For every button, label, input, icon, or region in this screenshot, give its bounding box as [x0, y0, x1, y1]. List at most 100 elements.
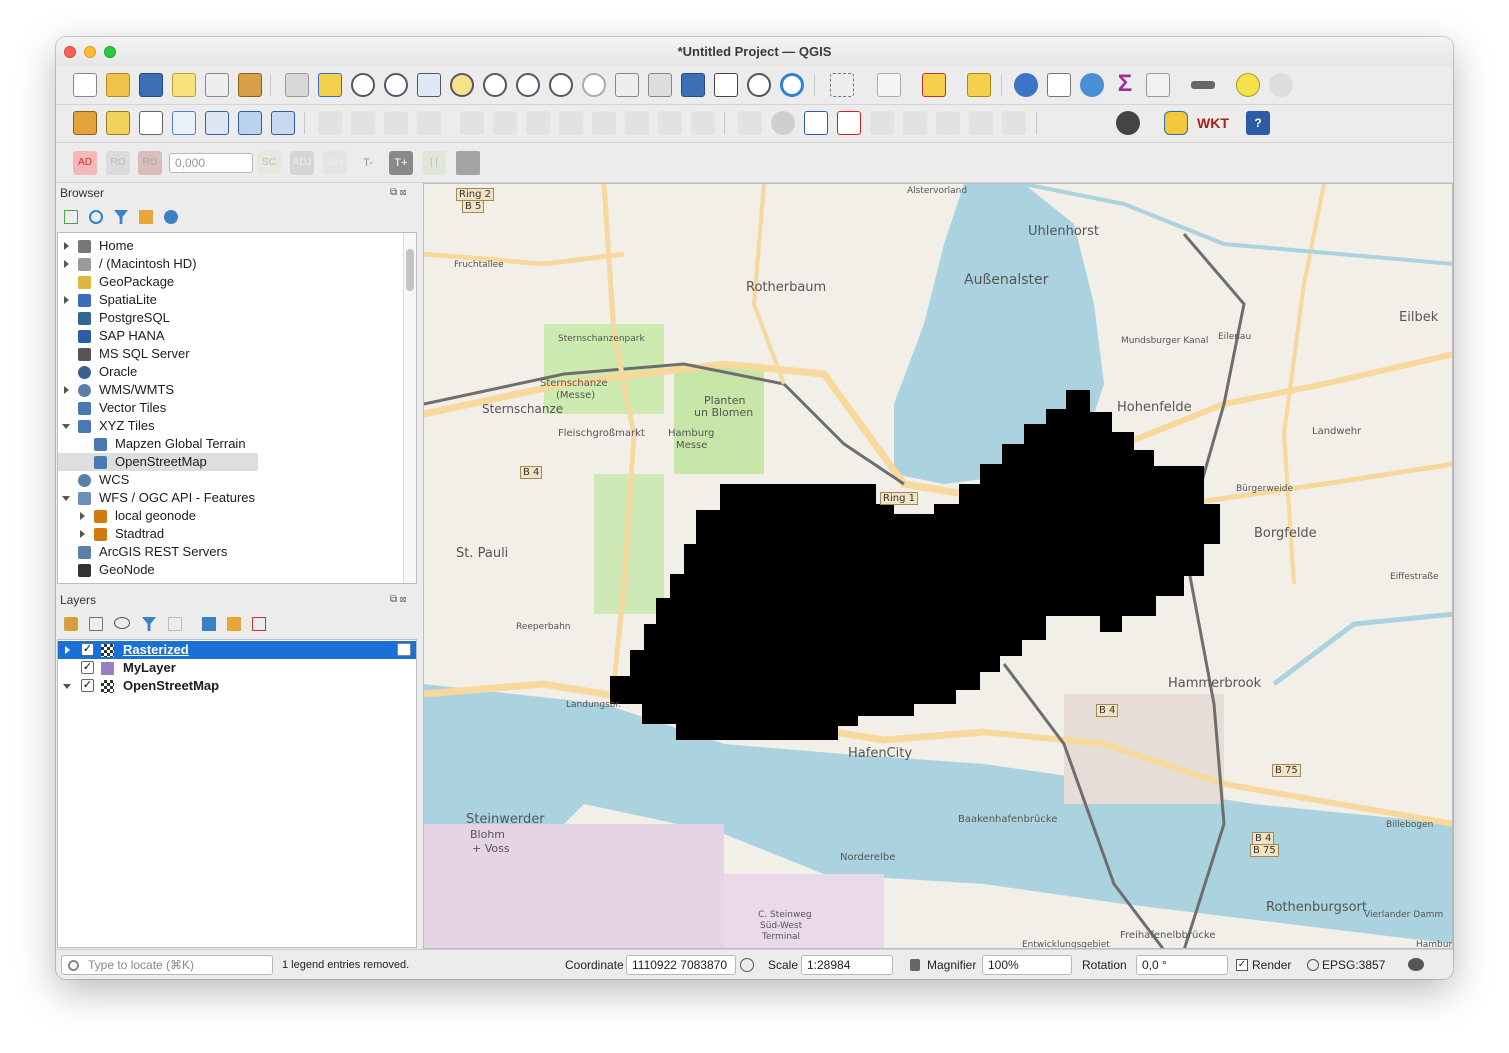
label-toolbar-icon[interactable]	[738, 111, 762, 135]
chevron-right-icon[interactable]	[80, 530, 85, 538]
temporal-controller-icon[interactable]	[747, 73, 771, 97]
browser-dock-buttons[interactable]: ⧉ ⊠	[390, 187, 406, 198]
ah-button[interactable]: AH	[323, 151, 347, 175]
chevron-down-icon[interactable]	[63, 684, 71, 689]
cut-features-icon[interactable]	[559, 111, 583, 135]
close-window-button[interactable]	[64, 46, 76, 58]
t-minus-button[interactable]: T-	[356, 151, 380, 175]
browser-item[interactable]: MS SQL Server	[58, 345, 398, 363]
properties-icon[interactable]	[164, 210, 178, 224]
chevron-right-icon[interactable]	[64, 242, 69, 250]
zoom-next-icon[interactable]	[582, 73, 606, 97]
minimize-window-button[interactable]	[84, 46, 96, 58]
add-selected-layers-icon[interactable]	[64, 210, 78, 224]
redo-icon[interactable]	[691, 111, 715, 135]
zoom-in-icon[interactable]	[351, 73, 375, 97]
chevron-right-icon[interactable]	[64, 260, 69, 268]
chevron-down-icon[interactable]	[62, 496, 70, 501]
lock-scale-icon[interactable]	[910, 959, 920, 971]
adj-button[interactable]: ADJ	[290, 151, 314, 175]
change-label-icon[interactable]	[1002, 111, 1026, 135]
new-spatialite-layer-icon[interactable]	[172, 111, 196, 135]
copy-features-icon[interactable]	[592, 111, 616, 135]
refresh-browser-icon[interactable]	[89, 210, 103, 224]
browser-item[interactable]: Mapzen Global Terrain	[58, 435, 398, 453]
attribute-table-icon[interactable]	[1047, 73, 1071, 97]
vertex-tool-icon[interactable]	[460, 111, 484, 135]
zoom-full-icon[interactable]	[417, 73, 441, 97]
rotate-label-icon[interactable]	[969, 111, 993, 135]
statistical-summary-icon[interactable]: Σ	[1113, 72, 1137, 97]
delete-selected-icon[interactable]	[526, 111, 550, 135]
browser-item[interactable]: SAP HANA	[58, 327, 398, 345]
expand-all-icon[interactable]	[202, 617, 216, 631]
manage-visibility-icon[interactable]	[114, 617, 130, 629]
data-source-manager-icon[interactable]	[73, 111, 97, 135]
new-bookmark-icon[interactable]	[681, 73, 705, 97]
scale-combobox[interactable]: 1:28984	[801, 955, 893, 975]
zoom-native-icon[interactable]	[516, 73, 540, 97]
new-virtual-layer-icon[interactable]	[238, 111, 262, 135]
help-icon[interactable]: ?	[1246, 111, 1270, 135]
quickosm-icon[interactable]	[1116, 111, 1140, 135]
layer-indicator-icon[interactable]	[397, 643, 411, 656]
new-shapefile-layer-icon[interactable]	[139, 111, 163, 135]
messages-icon[interactable]	[1408, 958, 1424, 971]
move-label-icon[interactable]	[936, 111, 960, 135]
zoom-window-button[interactable]	[104, 46, 116, 58]
measure-line-icon[interactable]	[1191, 81, 1215, 89]
rotation-spinbox[interactable]: 0,0 °	[1136, 955, 1228, 975]
filter-browser-icon[interactable]	[114, 210, 128, 224]
browser-item[interactable]: Stadtrad	[58, 525, 398, 543]
refresh-icon[interactable]	[780, 73, 804, 97]
browser-item[interactable]: OpenStreetMap	[58, 453, 258, 471]
add-group-icon[interactable]	[89, 617, 103, 631]
locator-settings-icon[interactable]	[1269, 73, 1293, 97]
zoom-to-selection-icon[interactable]	[450, 73, 474, 97]
browser-item[interactable]: WCS	[58, 471, 398, 489]
style-manager-icon[interactable]	[238, 73, 262, 97]
python-console-icon[interactable]	[1164, 111, 1188, 135]
browser-item[interactable]: PostgreSQL	[58, 309, 398, 327]
browser-item[interactable]: SpatiaLite	[58, 291, 398, 309]
layer-visibility-checkbox[interactable]: ✓	[81, 661, 94, 674]
distance-input[interactable]: 0,000	[169, 153, 253, 173]
scrollbar-thumb[interactable]	[406, 249, 414, 291]
browser-item[interactable]: Oracle	[58, 363, 398, 381]
show-bookmarks-icon[interactable]	[714, 73, 738, 97]
new-mesh-layer-icon[interactable]	[271, 111, 295, 135]
sc-button[interactable]: SC	[257, 151, 281, 175]
browser-item[interactable]: local geonode	[58, 507, 398, 525]
modify-attributes-icon[interactable]	[493, 111, 517, 135]
wkt-icon[interactable]: WKT	[1197, 111, 1229, 135]
new-project-icon[interactable]	[73, 73, 97, 97]
chevron-down-icon[interactable]	[62, 424, 70, 429]
layer-item[interactable]: ✓ OpenStreetMap	[58, 677, 416, 695]
layers-tree[interactable]: ✓ Rasterized ✓ MyLayer ✓ OpenStreetMap	[57, 639, 417, 948]
back-arrow-icon[interactable]	[456, 151, 480, 175]
layer-visibility-checkbox[interactable]: ✓	[81, 643, 94, 656]
label-pin-icon[interactable]	[771, 111, 795, 135]
browser-item[interactable]: Vector Tiles	[58, 399, 398, 417]
identify-features-icon[interactable]	[1014, 73, 1038, 97]
t-plus-button[interactable]: T+	[389, 151, 413, 175]
chevron-right-icon[interactable]	[64, 386, 69, 394]
show-hide-labels-icon[interactable]	[903, 111, 927, 135]
layer-labeling-icon[interactable]	[804, 111, 828, 135]
browser-item[interactable]: / (Macintosh HD)	[58, 255, 398, 273]
open-project-icon[interactable]	[106, 73, 130, 97]
map-tips-icon[interactable]	[1236, 73, 1260, 97]
crs-globe-icon[interactable]	[1307, 959, 1319, 971]
ad-button[interactable]: AD	[73, 151, 97, 175]
highlight-pinned-labels-icon[interactable]	[870, 111, 894, 135]
ro-button[interactable]: RO	[138, 151, 162, 175]
zoom-out-icon[interactable]	[384, 73, 408, 97]
render-checkbox[interactable]: ✓	[1236, 959, 1248, 971]
browser-item[interactable]: GeoPackage	[58, 273, 398, 291]
pan-to-selection-icon[interactable]	[318, 73, 342, 97]
chevron-right-icon[interactable]	[65, 646, 70, 654]
filter-legend-icon[interactable]	[142, 617, 156, 631]
save-project-icon[interactable]	[139, 73, 163, 97]
browser-item[interactable]: XYZ Tiles	[58, 417, 398, 435]
browser-item[interactable]: GeoNode	[58, 561, 398, 579]
